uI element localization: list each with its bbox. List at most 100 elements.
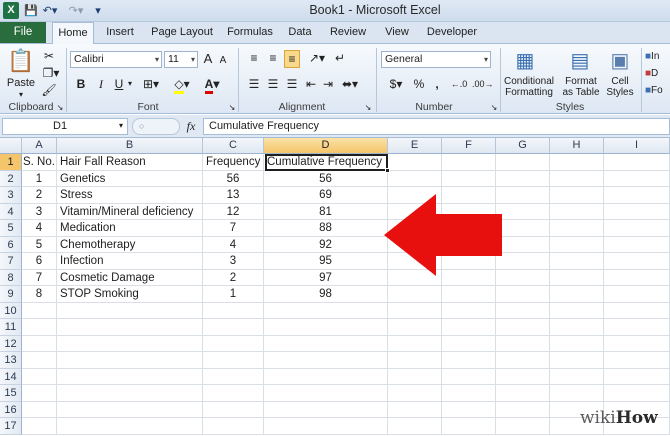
cell-a15[interactable] xyxy=(22,385,57,402)
underline-button[interactable]: U xyxy=(112,76,126,92)
row-header-4[interactable]: 4 xyxy=(0,203,22,220)
cell-i6[interactable] xyxy=(604,236,670,253)
cell-d4[interactable]: 81 xyxy=(264,203,388,220)
cell-d14[interactable] xyxy=(264,368,388,385)
cell-f9[interactable] xyxy=(442,286,496,303)
name-box[interactable]: D1 xyxy=(2,118,128,135)
wrap-text-icon[interactable]: ↵ xyxy=(332,50,348,66)
row-header-5[interactable]: 5 xyxy=(0,220,22,237)
copy-icon[interactable]: ❐▾ xyxy=(40,65,62,81)
cell-b16[interactable] xyxy=(57,401,203,418)
cell-b15[interactable] xyxy=(57,385,203,402)
cell-i8[interactable] xyxy=(604,269,670,286)
cell-h13[interactable] xyxy=(550,352,604,369)
cell-e2[interactable] xyxy=(388,170,442,187)
bottom-align-icon[interactable]: ≡ xyxy=(284,50,300,68)
cell-h15[interactable] xyxy=(550,385,604,402)
cell-g15[interactable] xyxy=(496,385,550,402)
cell-g7[interactable] xyxy=(496,253,550,270)
format-as-table-button[interactable]: Format as Table xyxy=(560,76,602,98)
row-header-6[interactable]: 6 xyxy=(0,236,22,253)
cell-e15[interactable] xyxy=(388,385,442,402)
font-launcher-icon[interactable]: ↘ xyxy=(228,101,236,115)
row-header-8[interactable]: 8 xyxy=(0,269,22,286)
cell-i13[interactable] xyxy=(604,352,670,369)
row-header-17[interactable]: 17 xyxy=(0,418,22,435)
cell-styles-button[interactable]: Cell Styles xyxy=(602,76,638,98)
cell-a6[interactable]: 5 xyxy=(22,236,57,253)
comma-style-button[interactable]: , xyxy=(430,76,444,92)
cell-c4[interactable]: 12 xyxy=(203,203,264,220)
format-painter-icon[interactable]: 🖌 xyxy=(40,82,58,98)
row-header-1[interactable]: 1 xyxy=(0,154,22,171)
cut-icon[interactable]: ✂ xyxy=(40,48,58,64)
cell-e13[interactable] xyxy=(388,352,442,369)
cell-d2[interactable]: 56 xyxy=(264,170,388,187)
decrease-indent-icon[interactable]: ⇤ xyxy=(303,76,319,92)
cell-i2[interactable] xyxy=(604,170,670,187)
cell-g10[interactable] xyxy=(496,302,550,319)
cell-g6[interactable] xyxy=(496,236,550,253)
cell-b9[interactable]: STOP Smoking xyxy=(57,286,203,303)
number-format-combo[interactable]: General ▾ xyxy=(381,51,491,68)
orientation-icon[interactable]: ↗▾ xyxy=(306,50,328,66)
row-header-2[interactable]: 2 xyxy=(0,170,22,187)
cell-a13[interactable] xyxy=(22,352,57,369)
bold-button[interactable]: B xyxy=(74,76,88,92)
cell-styles-icon[interactable]: ▣ xyxy=(607,48,633,74)
cell-b5[interactable]: Medication xyxy=(57,220,203,237)
row-header-9[interactable]: 9 xyxy=(0,286,22,303)
cell-b7[interactable]: Infection xyxy=(57,253,203,270)
select-all-corner[interactable] xyxy=(0,138,22,154)
cell-d13[interactable] xyxy=(264,352,388,369)
cell-g13[interactable] xyxy=(496,352,550,369)
cell-e11[interactable] xyxy=(388,319,442,336)
column-header-f[interactable]: F xyxy=(442,138,496,154)
row-header-14[interactable]: 14 xyxy=(0,368,22,385)
cell-g2[interactable] xyxy=(496,170,550,187)
column-header-d[interactable]: D xyxy=(264,138,388,154)
cell-a14[interactable] xyxy=(22,368,57,385)
cell-g5[interactable] xyxy=(496,220,550,237)
cell-g8[interactable] xyxy=(496,269,550,286)
cell-b17[interactable] xyxy=(57,418,203,435)
cell-d5[interactable]: 88 xyxy=(264,220,388,237)
fill-color-icon[interactable]: ◇▾ xyxy=(168,76,196,94)
conditional-formatting-icon[interactable]: ▦ xyxy=(512,48,538,74)
row-header-7[interactable]: 7 xyxy=(0,253,22,270)
cell-h12[interactable] xyxy=(550,335,604,352)
insert-function-button[interactable]: fx xyxy=(182,118,200,135)
alignment-launcher-icon[interactable]: ↘ xyxy=(364,101,372,115)
cell-i11[interactable] xyxy=(604,319,670,336)
align-center-icon[interactable]: ☰ xyxy=(265,76,281,92)
cell-c6[interactable]: 4 xyxy=(203,236,264,253)
tab-formulas[interactable]: Formulas xyxy=(224,22,276,43)
borders-icon[interactable]: ⊞▾ xyxy=(140,76,162,92)
cell-a1[interactable]: S. No. xyxy=(22,154,57,171)
cell-g3[interactable] xyxy=(496,187,550,204)
cell-b11[interactable] xyxy=(57,319,203,336)
cell-d9[interactable]: 98 xyxy=(264,286,388,303)
cell-a11[interactable] xyxy=(22,319,57,336)
cell-a4[interactable]: 3 xyxy=(22,203,57,220)
cell-g14[interactable] xyxy=(496,368,550,385)
row-header-3[interactable]: 3 xyxy=(0,187,22,204)
shrink-font-button[interactable]: A xyxy=(216,53,230,69)
conditional-formatting-button[interactable]: Conditional Formatting xyxy=(498,76,560,98)
cell-d7[interactable]: 95 xyxy=(264,253,388,270)
cell-h7[interactable] xyxy=(550,253,604,270)
row-header-16[interactable]: 16 xyxy=(0,401,22,418)
cell-e12[interactable] xyxy=(388,335,442,352)
cell-b4[interactable]: Vitamin/Mineral deficiency xyxy=(57,203,203,220)
column-header-c[interactable]: C xyxy=(203,138,264,154)
clipboard-launcher-icon[interactable]: ↘ xyxy=(56,101,64,115)
cell-a3[interactable]: 2 xyxy=(22,187,57,204)
cell-i15[interactable] xyxy=(604,385,670,402)
cell-d15[interactable] xyxy=(264,385,388,402)
tab-page-layout[interactable]: Page Layout xyxy=(148,22,216,43)
cell-b8[interactable]: Cosmetic Damage xyxy=(57,269,203,286)
merge-center-icon[interactable]: ⬌▾ xyxy=(338,76,362,92)
tab-insert[interactable]: Insert xyxy=(100,22,140,43)
row-header-15[interactable]: 15 xyxy=(0,385,22,402)
cell-d6[interactable]: 92 xyxy=(264,236,388,253)
